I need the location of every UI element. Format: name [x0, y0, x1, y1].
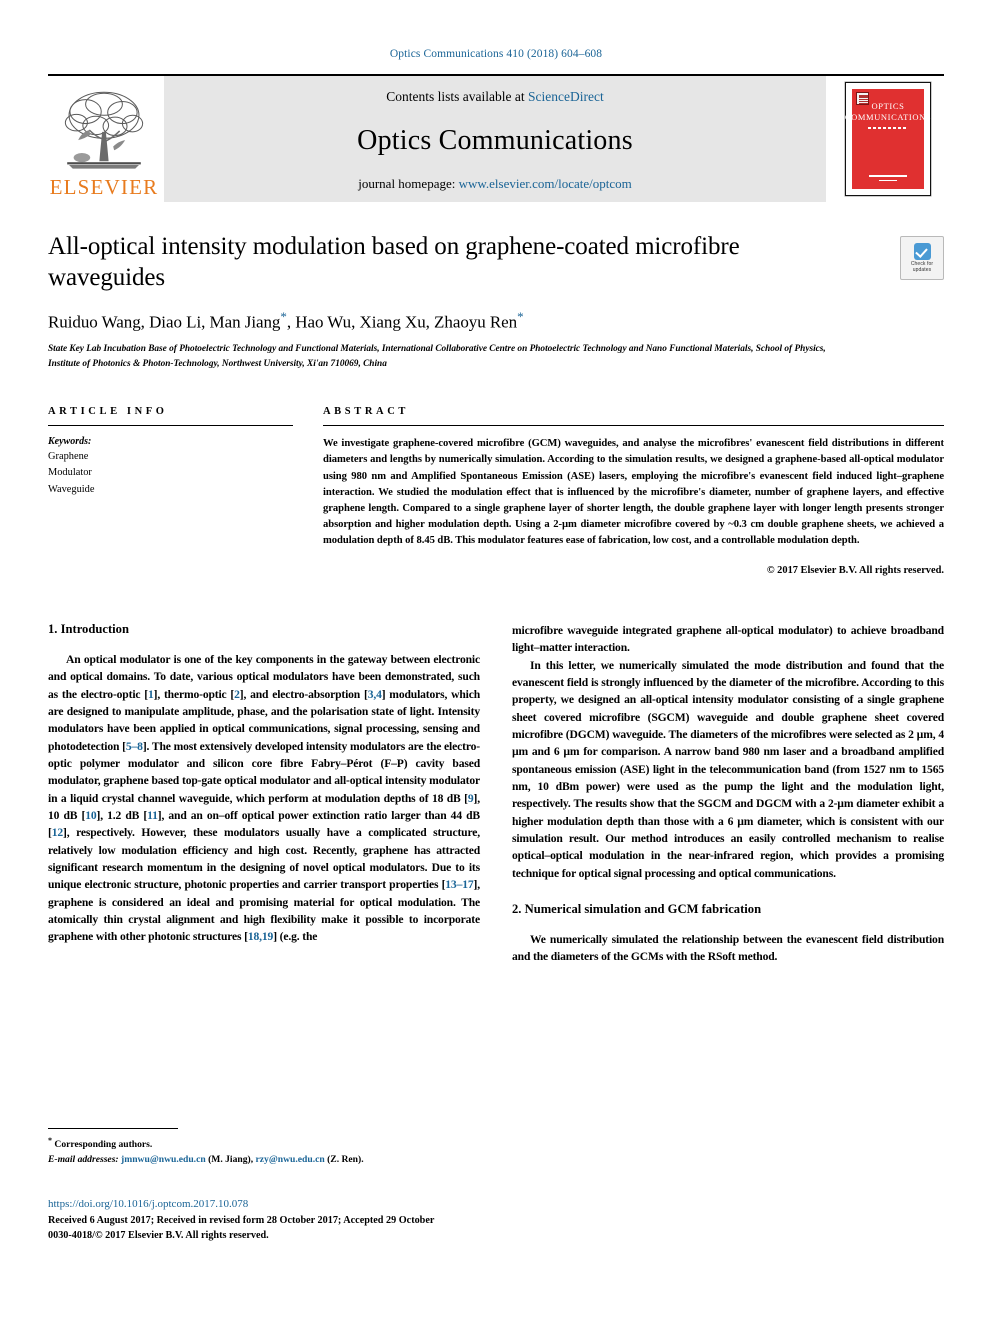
footnote-rule — [48, 1128, 178, 1129]
cover-rule — [867, 127, 909, 130]
journal-homepage-line: journal homepage: www.elsevier.com/locat… — [358, 176, 632, 192]
citation-ref[interactable]: 10 — [85, 809, 96, 822]
contents-prefix: Contents lists available at — [386, 89, 528, 104]
cover-thumb-frame: Optics Communications — [845, 82, 931, 196]
keywords-list: Graphene Modulator Waveguide — [48, 449, 293, 497]
abstract-heading: ABSTRACT — [323, 406, 409, 418]
article-info-divider — [48, 425, 293, 427]
section-heading-numerical-simulation: 2. Numerical simulation and GCM fabricat… — [512, 901, 762, 916]
cover-inner: Optics Communications — [845, 87, 931, 191]
abstract-text: We investigate graphene-covered microfib… — [323, 438, 944, 546]
section-heading-introduction: 1. Introduction — [48, 621, 129, 636]
email-owner-1: (M. Jiang), — [208, 1153, 254, 1165]
journal-masthead: ELSEVIER Contents lists available at Sci… — [48, 74, 944, 202]
crossmark-badge[interactable]: Check for updates — [900, 236, 944, 280]
section2-paragraph: We numerically simulated the relationshi… — [512, 932, 944, 964]
info-abstract-region: ARTICLE INFO Keywords: Graphene Modulato… — [48, 406, 944, 576]
intro-text-b: ], thermo-optic [ — [153, 687, 235, 701]
email-label: E-mail addresses: — [48, 1153, 119, 1165]
citation-ref[interactable]: 5–8 — [126, 740, 143, 753]
corresponding-author-note: * Corresponding authors. — [48, 1135, 480, 1153]
title-block: All-optical intensity modulation based o… — [48, 232, 944, 372]
keyword-item: Modulator — [48, 467, 92, 479]
masthead-center: Contents lists available at ScienceDirec… — [164, 76, 826, 202]
intro-text-g: ], 1.2 dB [ — [96, 808, 148, 822]
email-owner-2: (Z. Ren). — [327, 1153, 364, 1165]
citation-ref[interactable]: 13–17 — [445, 878, 473, 891]
issn-copyright: 0030-4018/© 2017 Elsevier B.V. All right… — [48, 1230, 269, 1242]
body-columns: 1. Introduction An optical modulator is … — [48, 622, 944, 966]
paper-page: Optics Communications 410 (2018) 604–608 — [0, 0, 992, 1323]
citation-ref[interactable]: 3,4 — [368, 688, 382, 701]
footnote-star: * — [48, 1136, 52, 1145]
abstract-column: ABSTRACT We investigate graphene-covered… — [323, 406, 944, 576]
authors-rest: , Hao Wu, Xiang Xu, Zhaoyu Ren — [286, 312, 518, 332]
affiliation: State Key Lab Incubation Base of Photoel… — [48, 343, 826, 369]
keywords-label: Keywords: — [48, 436, 92, 448]
journal-title: Optics Communications — [357, 124, 633, 156]
citation-ref[interactable]: 18,19 — [248, 930, 273, 943]
contents-available-line: Contents lists available at ScienceDirec… — [386, 89, 603, 105]
received-dates: Received 6 August 2017; Received in revi… — [48, 1214, 435, 1226]
email-link-2[interactable]: rzy@nwu.edu.cn — [256, 1154, 325, 1165]
keyword-item: Graphene — [48, 451, 89, 463]
intro-text-k: ] (e.g. the — [273, 930, 318, 944]
sciencedirect-link[interactable]: ScienceDirect — [528, 89, 604, 104]
article-info-heading: ARTICLE INFO — [48, 406, 168, 418]
cover-badge-icon — [856, 92, 869, 105]
email-addresses-note: E-mail addresses: jmnwu@nwu.edu.cn (M. J… — [48, 1153, 480, 1167]
article-info-column: ARTICLE INFO Keywords: Graphene Modulato… — [48, 406, 293, 576]
corresponding-author-text: Corresponding authors. — [54, 1139, 153, 1151]
elsevier-logo: ELSEVIER — [48, 76, 160, 202]
citation-ref[interactable]: 12 — [52, 826, 63, 839]
citation-ref[interactable]: 11 — [147, 809, 158, 822]
corresponding-marker-2: * — [517, 309, 524, 324]
page-title: All-optical intensity modulation based o… — [48, 233, 740, 291]
crossmark-check-icon — [913, 242, 931, 260]
abstract-divider — [323, 425, 944, 427]
intro-paragraph-continued: microfibre waveguide integrated graphene… — [512, 623, 944, 655]
publication-block: https://doi.org/10.1016/j.optcom.2017.10… — [48, 1196, 608, 1244]
intro-paragraph-2: In this letter, we numerically simulated… — [512, 658, 944, 880]
journal-cover-thumbnail: Optics Communications — [832, 76, 944, 202]
crossmark-label: Check for updates — [910, 260, 934, 273]
footnote-area: * Corresponding authors. E-mail addresse… — [48, 1128, 480, 1167]
cover-footer-marks — [852, 175, 924, 181]
body-column-right: microfibre waveguide integrated graphene… — [512, 622, 944, 966]
body-column-left: 1. Introduction An optical modulator is … — [48, 622, 480, 966]
authors-first: Ruiduo Wang, Diao Li, Man Jiang — [48, 312, 281, 332]
cover-foot-line-2 — [878, 179, 898, 181]
email-link-1[interactable]: jmnwu@nwu.edu.cn — [121, 1154, 206, 1165]
homepage-prefix: journal homepage: — [358, 176, 459, 191]
cover-foot-line-1 — [869, 175, 907, 177]
homepage-link[interactable]: www.elsevier.com/locate/optcom — [459, 176, 632, 191]
author-list: Ruiduo Wang, Diao Li, Man Jiang *, Hao Wu… — [48, 309, 944, 333]
elsevier-tree-icon — [64, 91, 144, 169]
intro-text-i: ], respectively. However, these modulato… — [48, 826, 480, 892]
running-head: Optics Communications 410 (2018) 604–608 — [389, 48, 603, 60]
intro-paragraph: An optical modulator is one of the key c… — [48, 651, 480, 946]
copyright-line: © 2017 Elsevier B.V. All rights reserved… — [766, 564, 944, 576]
intro-text-c: ], and electro-absorption [ — [239, 687, 368, 701]
keyword-item: Waveguide — [48, 483, 95, 495]
elsevier-wordmark: ELSEVIER — [49, 175, 159, 199]
doi-link[interactable]: https://doi.org/10.1016/j.optcom.2017.10… — [48, 1196, 608, 1213]
